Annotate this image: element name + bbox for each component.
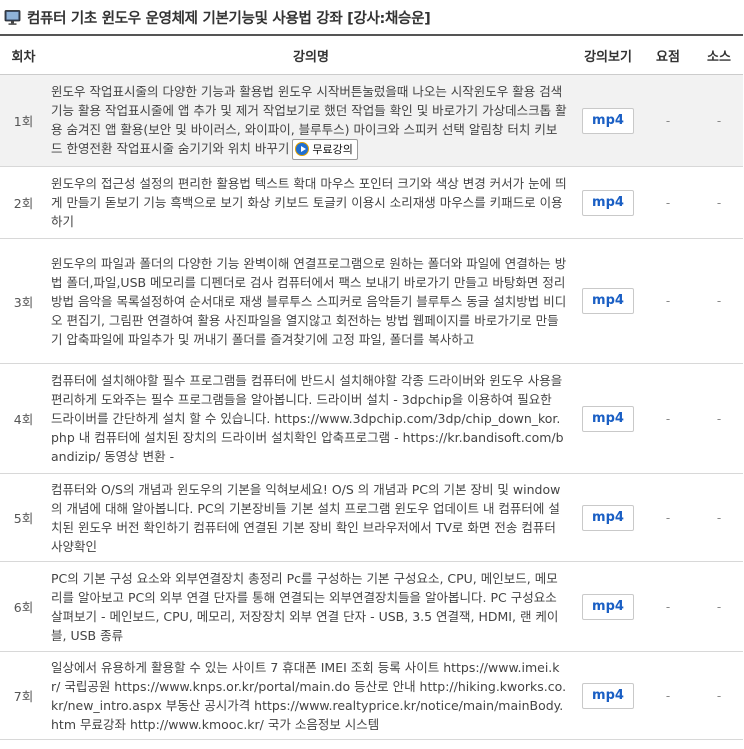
table-row: 5회 컴퓨터와 O/S의 개념과 윈도우의 기본을 익혀보세요! O/S 의 개… xyxy=(0,473,743,562)
free-lecture-button[interactable]: 무료강의 xyxy=(292,138,358,160)
source-cell: - xyxy=(695,166,743,239)
mp4-button[interactable]: mp4 xyxy=(582,504,634,531)
source-cell: - xyxy=(695,651,743,740)
lecture-title: 컴퓨터와 O/S의 개념과 윈도우의 기본을 익혀보세요! O/S 의 개념과 … xyxy=(47,473,575,562)
table-row: 2회 윈도우의 접근성 설정의 편리한 활용법 텍스트 확대 마우스 포인터 크… xyxy=(0,166,743,239)
lecture-title: 윈도우의 파일과 폴더의 다양한 기능 완벽이해 연결프로그램으로 원하는 폴더… xyxy=(47,238,575,364)
column-header-source: 소스 xyxy=(695,35,743,75)
lecture-number: 6회 xyxy=(0,561,47,652)
mp4-button[interactable]: mp4 xyxy=(582,405,634,432)
lecture-title: 컴퓨터에 설치해야할 필수 프로그램들 컴퓨터에 반드시 설치해야할 각종 드라… xyxy=(47,363,575,474)
source-cell: - xyxy=(695,561,743,652)
monitor-icon xyxy=(4,9,21,26)
source-cell: - xyxy=(695,238,743,364)
source-cell: - xyxy=(695,473,743,562)
view-cell: mp4 xyxy=(575,363,641,474)
free-lecture-label: 무료강의 xyxy=(312,142,353,156)
table-header-row: 회차 강의명 강의보기 요점 소스 xyxy=(0,35,743,75)
mp4-button[interactable]: mp4 xyxy=(582,189,634,216)
mp4-button[interactable]: mp4 xyxy=(582,682,634,709)
summary-cell: - xyxy=(641,651,695,740)
lecture-number: 5회 xyxy=(0,473,47,562)
source-cell: - xyxy=(695,74,743,167)
table-row: 1회 윈도우 작업표시줄의 다양한 기능과 활용법 윈도우 시작버튼눌렀을때 나… xyxy=(0,74,743,167)
view-cell: mp4 xyxy=(575,74,641,167)
lecture-table: 회차 강의명 강의보기 요점 소스 1회 윈도우 작업표시줄의 다양한 기능과 … xyxy=(0,34,743,740)
summary-cell: - xyxy=(641,238,695,364)
view-cell: mp4 xyxy=(575,651,641,740)
lecture-number: 1회 xyxy=(0,74,47,167)
table-row: 4회 컴퓨터에 설치해야할 필수 프로그램들 컴퓨터에 반드시 설치해야할 각종… xyxy=(0,363,743,474)
column-header-summary: 요점 xyxy=(641,35,695,75)
column-header-title: 강의명 xyxy=(47,35,575,75)
lecture-title: 윈도우의 접근성 설정의 편리한 활용법 텍스트 확대 마우스 포인터 크기와 … xyxy=(47,166,575,239)
summary-cell: - xyxy=(641,561,695,652)
summary-cell: - xyxy=(641,473,695,562)
view-cell: mp4 xyxy=(575,561,641,652)
mp4-button[interactable]: mp4 xyxy=(582,593,634,620)
mp4-button[interactable]: mp4 xyxy=(582,288,634,314)
column-header-view: 강의보기 xyxy=(575,35,641,75)
column-header-no: 회차 xyxy=(0,35,47,75)
page-header: 컴퓨터 기초 윈도우 운영체제 기본기능및 사용법 강좌 [강사:채승운] xyxy=(0,0,744,34)
table-row: 6회 PC의 기본 구성 요소와 외부연결장치 총정리 Pc를 구성하는 기본 … xyxy=(0,561,743,652)
page-title: 컴퓨터 기초 윈도우 운영체제 기본기능및 사용법 강좌 [강사:채승운] xyxy=(27,10,431,27)
lecture-number: 4회 xyxy=(0,363,47,474)
lecture-title: PC의 기본 구성 요소와 외부연결장치 총정리 Pc를 구성하는 기본 구성요… xyxy=(47,561,575,652)
mp4-button[interactable]: mp4 xyxy=(582,107,634,134)
view-cell: mp4 xyxy=(575,238,641,364)
lecture-number: 7회 xyxy=(0,651,47,740)
summary-cell: - xyxy=(641,363,695,474)
source-cell: - xyxy=(695,363,743,474)
view-cell: mp4 xyxy=(575,166,641,239)
table-row: 3회 윈도우의 파일과 폴더의 다양한 기능 완벽이해 연결프로그램으로 원하는… xyxy=(0,238,743,364)
table-row: 7회 일상에서 유용하게 활용할 수 있는 사이트 7 휴대폰 IMEI 조회 … xyxy=(0,651,743,740)
play-icon xyxy=(295,142,310,156)
lecture-number: 3회 xyxy=(0,238,47,364)
view-cell: mp4 xyxy=(575,473,641,562)
lecture-title: 일상에서 유용하게 활용할 수 있는 사이트 7 휴대폰 IMEI 조회 등록 … xyxy=(47,651,575,740)
lecture-title: 윈도우 작업표시줄의 다양한 기능과 활용법 윈도우 시작버튼눌렀을때 나오는 … xyxy=(47,74,575,167)
summary-cell: - xyxy=(641,166,695,239)
summary-cell: - xyxy=(641,74,695,167)
lecture-number: 2회 xyxy=(0,166,47,239)
